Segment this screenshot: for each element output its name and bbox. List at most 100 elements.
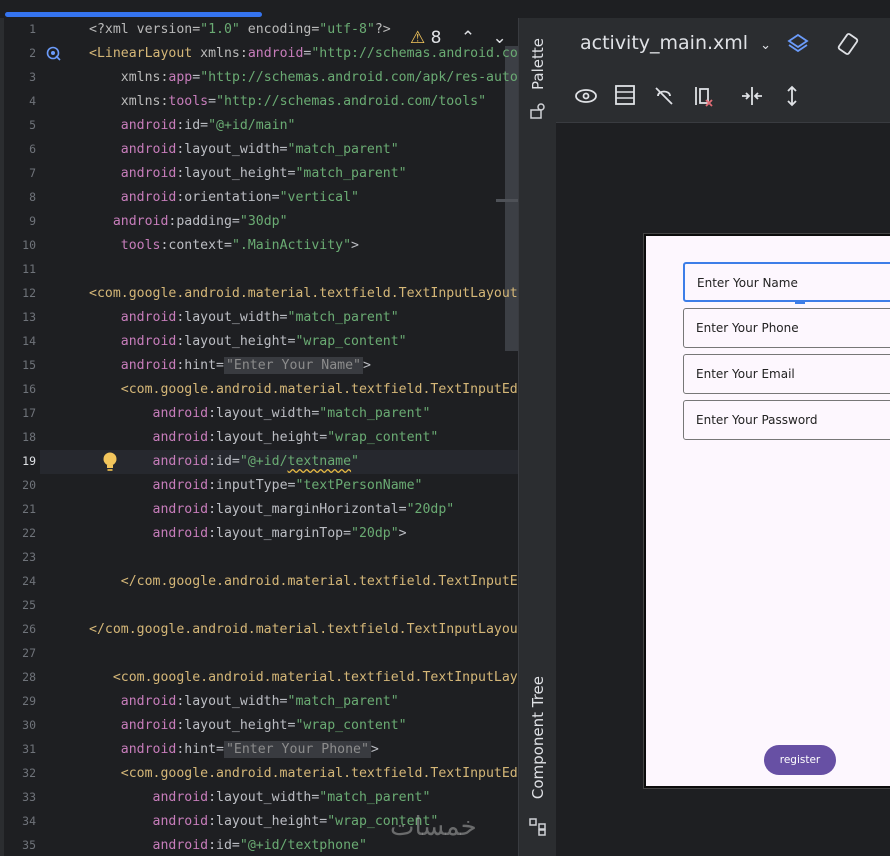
design-surface: activity_main.xml ⌄ Enter Your Name Ente… [556, 18, 890, 856]
autoconnect-off-icon[interactable] [652, 84, 676, 108]
line-number[interactable]: 31 [10, 742, 36, 756]
palette-tab[interactable]: Palette [529, 38, 547, 90]
line-number[interactable]: 26 [10, 622, 36, 636]
line-number[interactable]: 30 [10, 718, 36, 732]
resize-vertical-icon[interactable] [780, 84, 804, 108]
code-line[interactable]: android:layout_width="match_parent" [89, 690, 399, 714]
scrollbar-marker [496, 199, 518, 202]
line-number[interactable]: 3 [10, 70, 36, 84]
line-number[interactable]: 29 [10, 694, 36, 708]
line-number[interactable]: 8 [10, 190, 36, 204]
code-line[interactable]: <com.google.android.material.textfield.T… [89, 282, 518, 306]
line-number[interactable]: 32 [10, 766, 36, 780]
line-number[interactable]: 35 [10, 838, 36, 852]
code-line[interactable]: <?xml version="1.0" encoding="utf-8"?> [89, 18, 391, 42]
name-field[interactable]: Enter Your Name [683, 262, 890, 304]
orientation-icon[interactable] [836, 32, 860, 56]
blueprint-icon[interactable] [614, 84, 636, 106]
code-line[interactable]: android:id="@+id/main" [89, 114, 296, 138]
code-line[interactable]: xmlns:tools="http://schemas.android.com/… [89, 90, 486, 114]
line-number[interactable]: 1 [10, 22, 36, 36]
code-line[interactable]: <com.google.android.material.textfield.T… [89, 378, 518, 402]
palette-icon[interactable] [529, 102, 547, 120]
resize-handle[interactable] [795, 300, 805, 304]
line-number[interactable]: 7 [10, 166, 36, 180]
clear-constraints-icon[interactable] [692, 84, 716, 108]
code-line[interactable]: android:layout_width="match_parent" [89, 138, 399, 162]
password-field-hint: Enter Your Password [696, 413, 818, 427]
line-number[interactable]: 11 [10, 262, 36, 276]
android-activity-icon[interactable] [46, 46, 62, 62]
code-line[interactable]: android:orientation="vertical" [89, 186, 359, 210]
code-line[interactable]: xmlns:app="http://schemas.android.com/ap… [89, 66, 518, 90]
component-tree-tab[interactable]: Component Tree [529, 676, 547, 799]
design-side-toolbar: Palette Component Tree [518, 18, 558, 856]
watermark: خمسات [390, 812, 477, 842]
line-number[interactable]: 28 [10, 670, 36, 684]
line-number[interactable]: 21 [10, 502, 36, 516]
line-number[interactable]: 14 [10, 334, 36, 348]
line-number[interactable]: 20 [10, 478, 36, 492]
code-line[interactable]: android:id="@+id/textphone" [89, 834, 367, 856]
line-number[interactable]: 19 [10, 454, 36, 468]
line-number[interactable]: 17 [10, 406, 36, 420]
line-number[interactable]: 15 [10, 358, 36, 372]
code-line[interactable]: android:hint= "Enter Your Phone" > [89, 738, 379, 762]
code-line[interactable]: android:layout_width="match_parent" [89, 306, 399, 330]
line-number[interactable]: 24 [10, 574, 36, 588]
code-line[interactable]: android:layout_marginTop="20dp"> [89, 522, 407, 546]
file-selector[interactable]: activity_main.xml ⌄ [580, 32, 771, 54]
code-line[interactable]: android:layout_height="wrap_content" [89, 810, 439, 834]
margin-horizontal-icon[interactable] [740, 84, 764, 108]
lightbulb-icon[interactable] [102, 452, 118, 472]
line-number[interactable]: 16 [10, 382, 36, 396]
line-number[interactable]: 25 [10, 598, 36, 612]
file-name: activity_main.xml [580, 32, 749, 54]
line-number[interactable]: 6 [10, 142, 36, 156]
line-number[interactable]: 10 [10, 238, 36, 252]
eye-icon[interactable] [574, 86, 600, 108]
line-number[interactable]: 12 [10, 286, 36, 300]
line-number[interactable]: 13 [10, 310, 36, 324]
layers-icon[interactable] [786, 32, 810, 56]
code-line[interactable]: <LinearLayout xmlns:android="http://sche… [89, 42, 518, 66]
line-number[interactable]: 23 [10, 550, 36, 564]
code-line[interactable]: android:layout_height="wrap_content" [89, 714, 407, 738]
code-editor[interactable]: ⚠ 8 ⌃ ⌄ 1 <?xml version="1.0" encoding="u… [0, 18, 518, 856]
phone-field[interactable]: Enter Your Phone [683, 308, 890, 348]
line-number[interactable]: 34 [10, 814, 36, 828]
code-line[interactable]: <com.google.android.material.textfield.T… [89, 666, 518, 690]
code-line[interactable]: android:layout_width="match_parent" [89, 786, 431, 810]
code-line[interactable]: android:layout_height="match_parent" [89, 162, 407, 186]
code-line[interactable]: android:layout_height="wrap_content" [89, 330, 407, 354]
code-line[interactable]: tools:context=".MainActivity"> [89, 234, 359, 258]
line-number[interactable]: 4 [10, 94, 36, 108]
design-toolbar-top: activity_main.xml ⌄ [556, 18, 890, 70]
password-field[interactable]: Enter Your Password [683, 400, 890, 440]
line-number[interactable]: 5 [10, 118, 36, 132]
email-field[interactable]: Enter Your Email [683, 354, 890, 394]
phone-preview[interactable]: Enter Your Name Enter Your Phone Enter Y… [644, 234, 890, 788]
loading-progress-bar [5, 12, 262, 17]
code-line[interactable]: android:padding="30dp" [89, 210, 288, 234]
line-number[interactable]: 18 [10, 430, 36, 444]
line-number[interactable]: 9 [10, 214, 36, 228]
code-line[interactable]: android:layout_marginHorizontal="20dp" [89, 498, 455, 522]
code-line[interactable]: android:inputType="textPersonName" [89, 474, 423, 498]
line-number[interactable]: 2 [10, 46, 36, 60]
code-line[interactable]: </com.google.android.material.textfield.… [89, 570, 518, 594]
component-tree-icon[interactable] [529, 818, 547, 836]
line-number[interactable]: 22 [10, 526, 36, 540]
code-line[interactable]: android:layout_height="wrap_content" [89, 426, 439, 450]
line-number[interactable]: 33 [10, 790, 36, 804]
code-line[interactable]: android:hint= "Enter Your Name" > [89, 354, 371, 378]
phone-field-hint: Enter Your Phone [696, 321, 799, 335]
email-field-hint: Enter Your Email [696, 367, 795, 381]
code-line[interactable]: android:id="@+id/textname" [89, 450, 359, 474]
code-line[interactable]: </com.google.android.material.textfield.… [89, 618, 518, 642]
line-number[interactable]: 27 [10, 646, 36, 660]
code-line[interactable]: <com.google.android.material.textfield.T… [89, 762, 518, 786]
register-button[interactable]: register [764, 745, 836, 775]
chevron-down-icon: ⌄ [760, 38, 772, 53]
code-line[interactable]: android:layout_width="match_parent" [89, 402, 431, 426]
